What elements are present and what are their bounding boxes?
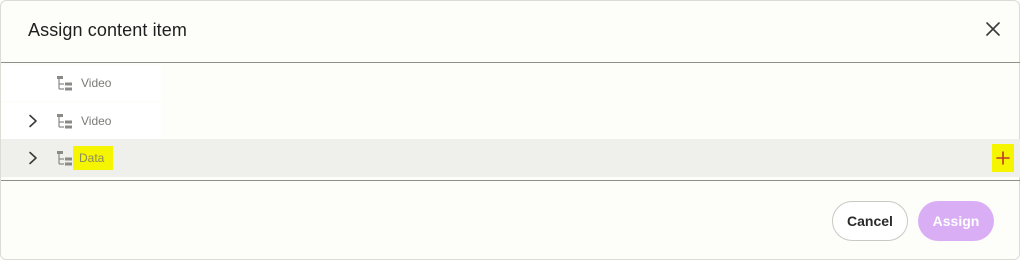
assign-content-dialog: Assign content item Video Video Data Can…	[0, 0, 1020, 260]
chevron-right-icon	[29, 114, 37, 128]
tree-hierarchy-icon	[57, 151, 72, 166]
tree-hierarchy-icon	[57, 76, 72, 91]
add-button[interactable]	[992, 144, 1014, 172]
footer-divider	[1, 180, 1020, 181]
tree-item-video-1[interactable]: Video	[1, 65, 1020, 101]
cancel-button[interactable]: Cancel	[832, 201, 908, 241]
chevron-right-icon	[29, 151, 37, 165]
tree-item-label: Data	[73, 146, 114, 170]
tree-item-data[interactable]: Data	[1, 139, 1020, 177]
tree-item-label: Video	[81, 114, 112, 128]
assign-button[interactable]: Assign	[918, 201, 994, 241]
close-button[interactable]	[981, 17, 1005, 41]
tree-item-video-2[interactable]: Video	[1, 103, 1020, 139]
expand-chevron[interactable]	[25, 113, 41, 129]
plus-icon	[996, 151, 1010, 165]
dialog-title: Assign content item	[28, 20, 187, 40]
header-divider	[1, 62, 1020, 63]
expand-chevron[interactable]	[25, 150, 41, 166]
tree-hierarchy-icon	[57, 114, 72, 129]
close-icon	[986, 22, 1000, 36]
tree-item-label: Video	[81, 76, 112, 90]
